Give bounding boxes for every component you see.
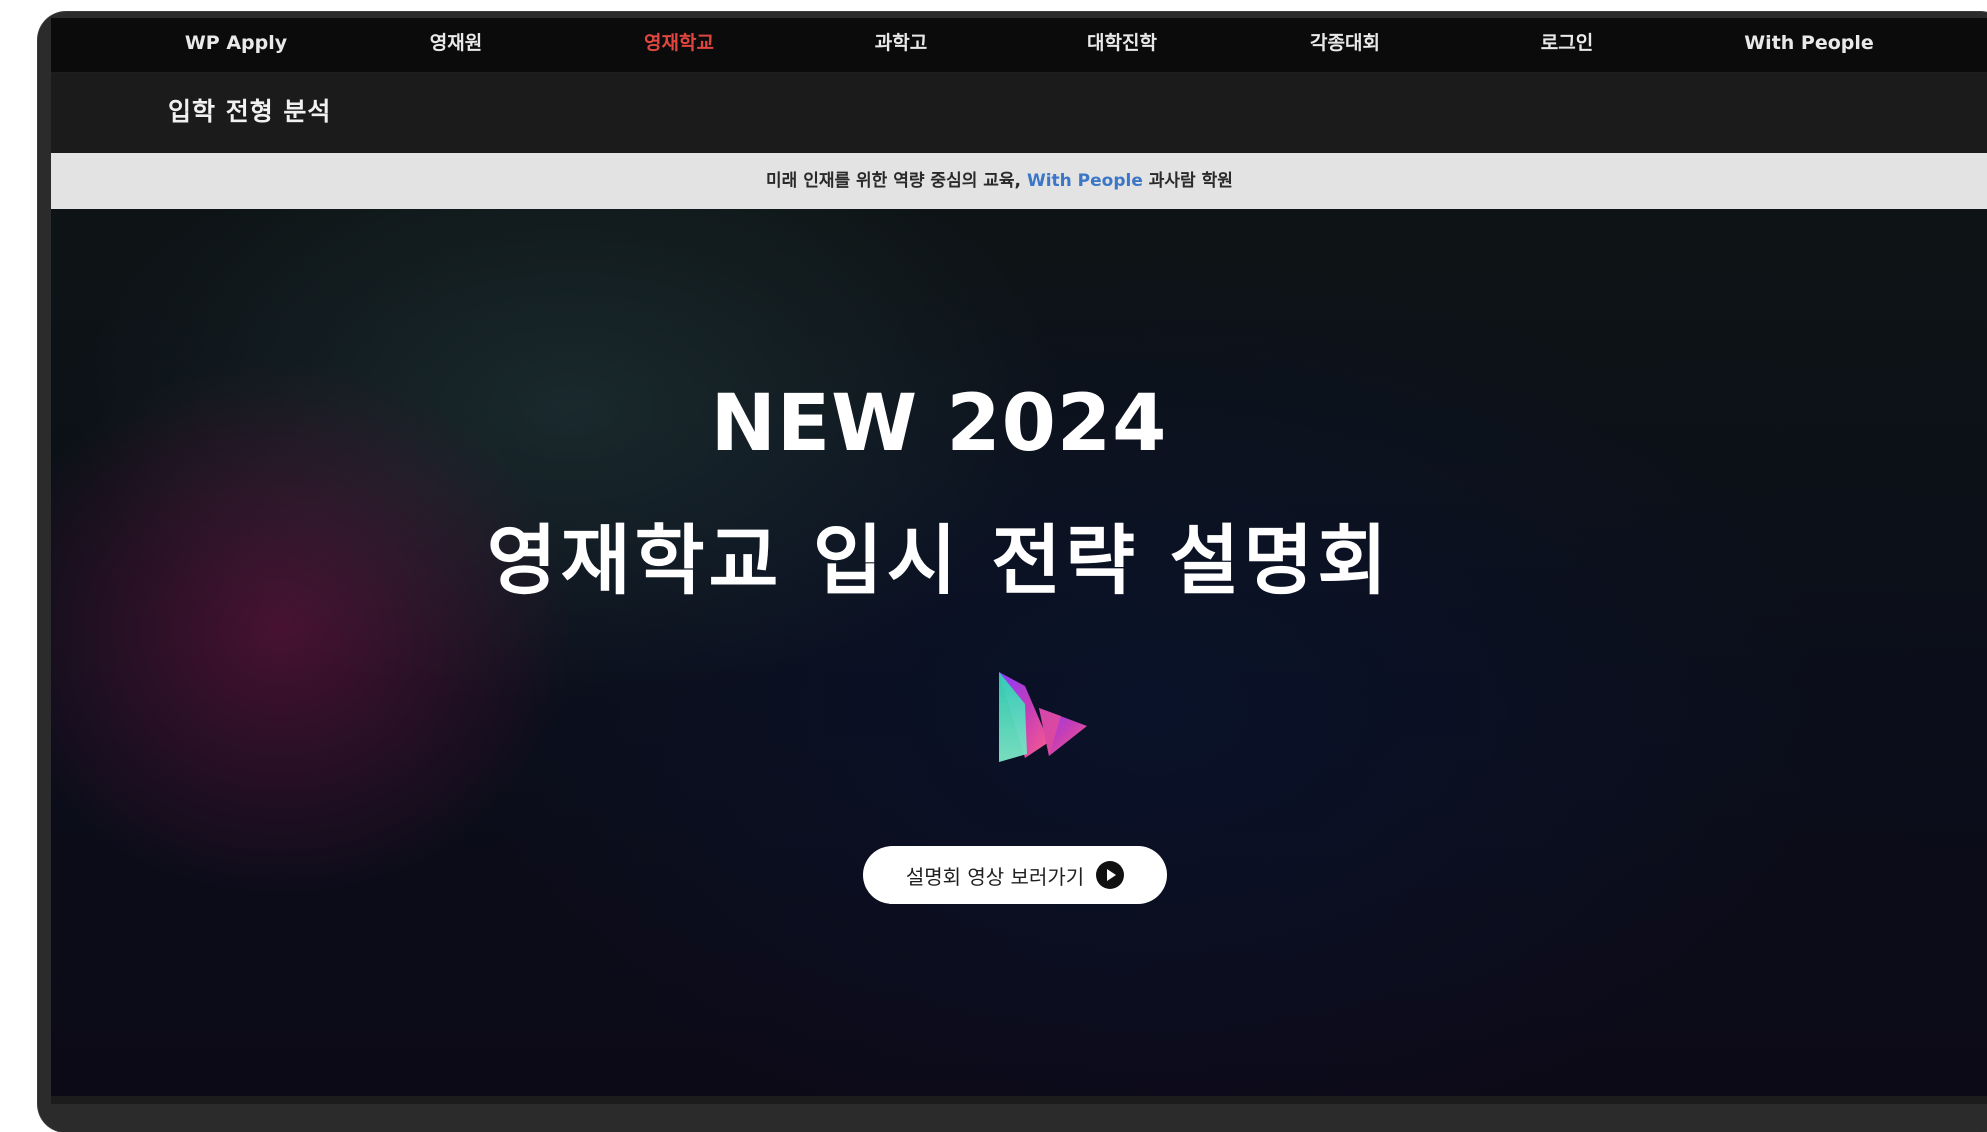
nav-item-science-high[interactable]: 과학고	[875, 18, 927, 72]
promo-banner: 미래 인재를 위한 역량 중심의 교육, With People 과사람 학원	[51, 153, 1987, 209]
watch-video-label: 설명회 영상 보러가기	[905, 864, 1085, 889]
watch-video-button[interactable]: 설명회 영상 보러가기	[863, 846, 1167, 904]
hero-title-event: 영재학교 입시 전략 설명회	[486, 516, 1392, 605]
nav-item-university[interactable]: 대학진학	[1087, 18, 1157, 72]
top-navigation: WP Apply 영재원 영재학교 과학고 대학진학 각종대회 로그인 With…	[51, 18, 1987, 73]
nav-item-wp-apply[interactable]: WP Apply	[185, 18, 287, 72]
nav-item-competitions[interactable]: 각종대회	[1310, 18, 1380, 72]
nav-item-login[interactable]: 로그인	[1541, 18, 1593, 72]
hero-bottom-divider	[51, 1096, 1987, 1104]
page-title: 입학 전형 분석	[168, 97, 332, 126]
play-circle-icon	[1096, 861, 1125, 889]
nav-item-gifted-center[interactable]: 영재원	[430, 18, 482, 72]
hero-section: NEW 2024 영재학교 입시 전략 설명회 설명회 영상 보러가기	[51, 209, 1987, 1104]
banner-highlight-link[interactable]: With People	[1027, 171, 1143, 191]
nav-item-with-people[interactable]: With People	[1744, 18, 1874, 72]
nav-item-gifted-school[interactable]: 영재학교	[644, 18, 714, 72]
browser-screen: WP Apply 영재원 영재학교 과학고 대학진학 각종대회 로그인 With…	[51, 18, 1987, 1104]
wp-logo-icon	[999, 672, 1087, 762]
banner-text: 미래 인재를 위한 역량 중심의 교육, With People 과사람 학원	[766, 153, 1233, 209]
sub-header-bar: 입학 전형 분석	[51, 73, 1987, 153]
hero-title-year: NEW 2024	[710, 379, 1168, 469]
banner-text-after: 과사람 학원	[1142, 171, 1233, 191]
banner-text-before: 미래 인재를 위한 역량 중심의 교육,	[766, 171, 1027, 191]
